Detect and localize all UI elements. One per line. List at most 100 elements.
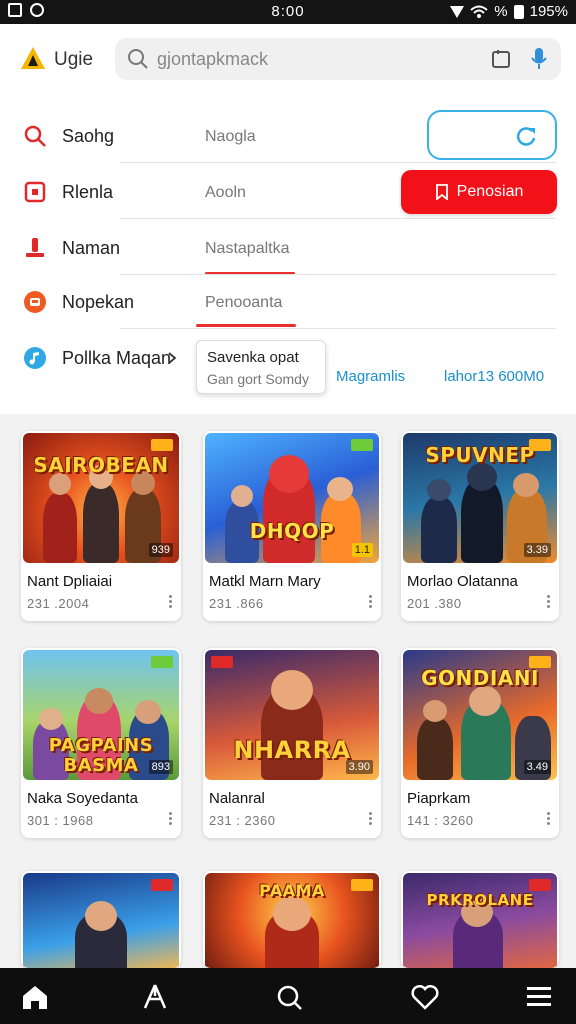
game-name: Morlao Olatanna: [407, 573, 518, 590]
game-thumbnail: SAIROBEAN 939: [23, 433, 179, 563]
badge-icon: [211, 656, 233, 668]
game-thumbnail-title: PRKROLANE: [426, 891, 534, 909]
game-meta: 301 : 1968: [27, 813, 94, 828]
square-icon: [24, 181, 46, 203]
badge-icon: [529, 656, 551, 668]
badge-icon: [151, 439, 173, 451]
menu-row-label: Rlenla: [62, 182, 114, 202]
game-thumbnail: PRKROLANE: [403, 873, 557, 968]
search-icon[interactable]: [274, 982, 304, 1012]
refresh-button[interactable]: [427, 110, 557, 160]
game-meta: 231 .866: [209, 596, 264, 611]
game-thumbnail-title: DHQOP: [249, 519, 335, 543]
game-rating: 3.49: [523, 760, 551, 774]
battery-text: 195%: [529, 3, 568, 20]
menu-row-label: Pollka Maqan: [62, 348, 172, 368]
bottom-navigation: [0, 968, 576, 1024]
menu-row-value: Penooanta: [205, 294, 283, 311]
more-options-icon[interactable]: [543, 810, 553, 830]
home-icon[interactable]: [20, 982, 50, 1012]
menu-panel: Saohg Naogla Rlenla Aooln Naman Nastapal…: [0, 94, 576, 414]
game-card[interactable]: GONDIANI 3.49 Piaprkam 141 : 3260: [401, 648, 559, 838]
chevron-right-icon: [168, 352, 177, 364]
orange-avatar-icon: [24, 291, 46, 313]
search-bar[interactable]: [115, 38, 561, 80]
game-thumbnail: GONDIANI 3.49: [403, 650, 557, 780]
badge-icon: [351, 879, 373, 891]
active-underline: [196, 324, 296, 327]
menu-icon[interactable]: [524, 982, 554, 1012]
wifi-icon: [470, 5, 488, 18]
game-thumbnail-title: GONDIANI: [421, 666, 539, 690]
game-thumbnail: [23, 873, 179, 968]
game-rating: 1.1: [351, 543, 373, 557]
music-note-icon: [24, 347, 46, 369]
game-thumbnail: NHARRA 3.90: [205, 650, 379, 780]
battery-icon: [513, 4, 524, 19]
location-icon: [450, 5, 465, 18]
game-card[interactable]: DHQOP 1.1 Matkl Marn Mary 231 .866: [203, 431, 381, 621]
divider: [120, 328, 556, 329]
game-thumbnail-title: SAIROBEAN: [33, 453, 169, 477]
game-name: Nalanral: [209, 790, 265, 807]
link-size[interactable]: lahor13 600M0: [444, 368, 544, 385]
game-card[interactable]: PAGPAINS BASMA 893 Naka Soyedanta 301 : …: [21, 648, 181, 838]
tooltip-subtitle: Gan gort Somdy: [207, 371, 309, 387]
heart-icon[interactable]: [410, 982, 440, 1012]
menu-row-label: Saohg: [62, 126, 115, 146]
bookmark-icon: [435, 184, 448, 200]
menu-row-label: Nopekan: [62, 292, 135, 312]
badge-icon: [529, 439, 551, 451]
share-icon[interactable]: [140, 982, 170, 1012]
red-action-label: Penosian: [456, 183, 524, 200]
red-action-button[interactable]: Penosian: [401, 170, 557, 214]
badge-icon: [351, 439, 373, 451]
signal-text: %: [494, 3, 508, 20]
mic-icon[interactable]: [529, 47, 549, 71]
more-options-icon[interactable]: [165, 593, 175, 613]
status-bar: 8:00 % 195%: [0, 0, 576, 24]
more-options-icon[interactable]: [365, 593, 375, 613]
divider: [120, 218, 556, 219]
menu-row-value: Nastapaltka: [205, 240, 290, 257]
badge-icon: [151, 656, 173, 668]
game-card[interactable]: SAIROBEAN 939 Nant Dpliaiai 231 .2004: [21, 431, 181, 621]
more-options-icon[interactable]: [365, 810, 375, 830]
menu-row-label: Naman: [62, 238, 121, 258]
game-thumbnail: PAAMA: [205, 873, 379, 968]
refresh-icon: [516, 127, 536, 146]
more-options-icon[interactable]: [165, 810, 175, 830]
game-rating: 3.90: [345, 760, 373, 774]
search-icon: [128, 49, 148, 69]
tooltip-title: Savenka opat: [207, 349, 299, 366]
game-card[interactable]: PRKROLANE: [401, 871, 559, 968]
game-card[interactable]: NHARRA 3.90 Nalanral 231 : 2360: [203, 648, 381, 838]
game-thumbnail: SPUVNEP 3.39: [403, 433, 557, 563]
search-input[interactable]: [157, 45, 477, 73]
game-thumbnail: PAGPAINS BASMA 893: [23, 650, 179, 780]
menu-row-nopekan[interactable]: Nopekan Penooanta: [0, 274, 576, 330]
game-name: Naka Soyedanta: [27, 790, 138, 807]
game-name: Piaprkam: [407, 790, 471, 807]
game-rating: 893: [148, 760, 173, 774]
game-card[interactable]: [21, 871, 181, 968]
game-name: Nant Dpliaiai: [27, 573, 113, 590]
game-card[interactable]: PAAMA: [203, 871, 381, 968]
game-meta: 201 .380: [407, 596, 462, 611]
tooltip-popup[interactable]: Savenka opat Gan gort Somdy: [196, 340, 326, 394]
divider: [120, 162, 556, 163]
menu-row-naman[interactable]: Naman Nastapaltka: [0, 220, 576, 276]
game-card[interactable]: SPUVNEP 3.39 Morlao Olatanna 201 .380: [401, 431, 559, 621]
app-logo-icon[interactable]: [20, 46, 46, 70]
game-name: Matkl Marn Mary: [209, 573, 321, 590]
badge-icon: [151, 879, 173, 891]
game-rating: 3.39: [523, 543, 551, 557]
game-meta: 141 : 3260: [407, 813, 474, 828]
bookmark-icon[interactable]: [491, 49, 511, 69]
app-header: Ugie: [0, 24, 576, 94]
more-options-icon[interactable]: [543, 593, 553, 613]
search-icon: [24, 125, 46, 147]
game-thumbnail: DHQOP 1.1: [205, 433, 379, 563]
game-meta: 231 .2004: [27, 596, 90, 611]
link-magramlis[interactable]: Magramlis: [336, 368, 405, 385]
